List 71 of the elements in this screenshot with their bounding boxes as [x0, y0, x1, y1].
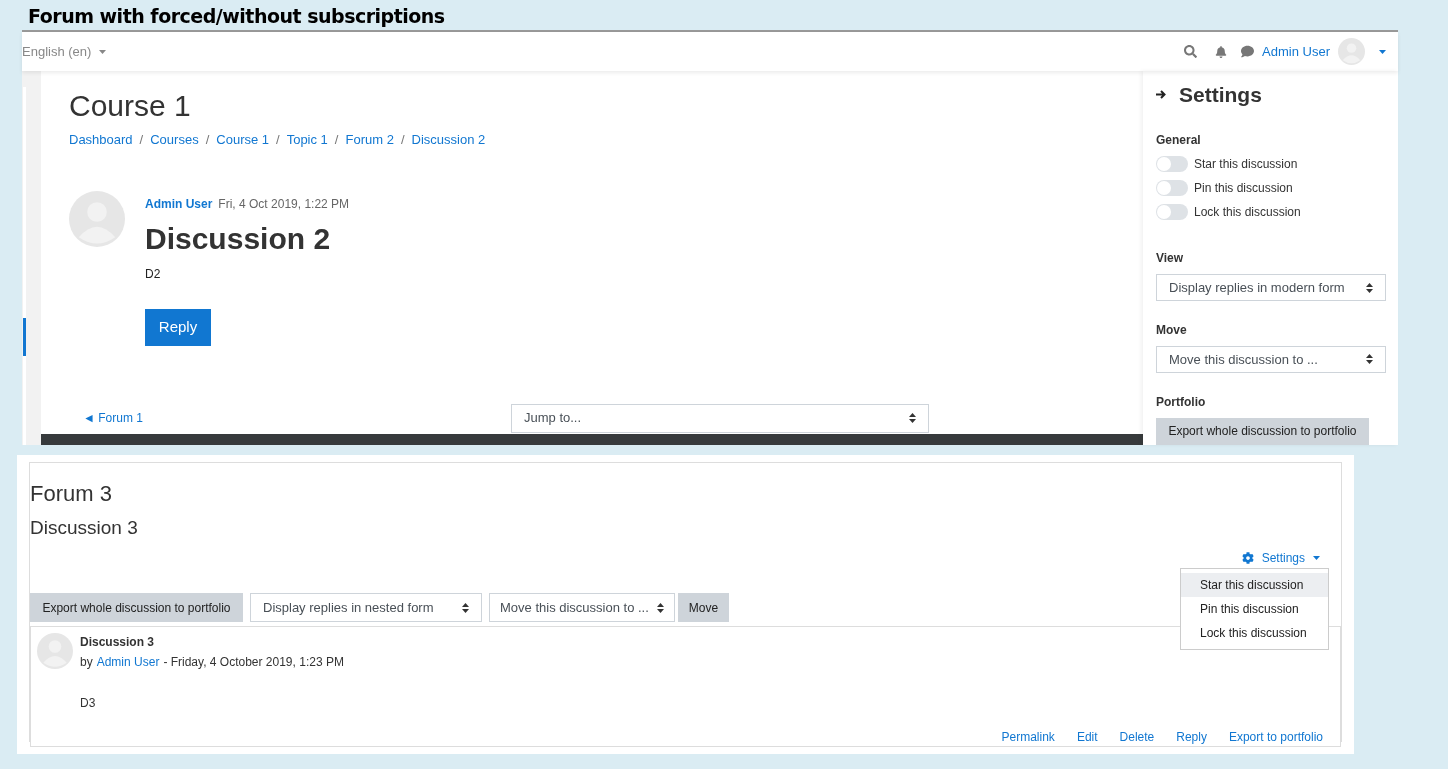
breadcrumb-link[interactable]: Discussion 2: [411, 130, 486, 150]
section-label: Portfolio: [1156, 393, 1207, 411]
toggle-switch[interactable]: [1156, 179, 1188, 196]
gear-icon: [1241, 552, 1254, 564]
post-body: D2: [145, 265, 162, 283]
breadcrumb-link[interactable]: Topic 1: [286, 130, 328, 150]
action-link[interactable]: Export to portfolio: [1228, 728, 1323, 746]
menu-item[interactable]: Star this discussion: [1181, 573, 1328, 597]
action-link[interactable]: Edit: [1076, 728, 1098, 746]
avatar-icon: [37, 633, 73, 669]
author-link[interactable]: Admin User: [96, 653, 160, 671]
page-title: Course 1: [69, 89, 192, 123]
bell-icon[interactable]: [1215, 45, 1228, 58]
select-field[interactable]: Display replies in modern form: [1156, 274, 1386, 301]
drawer-title: Settings: [1179, 82, 1262, 108]
by-label: by: [80, 654, 93, 671]
sort-arrows-icon: [909, 413, 916, 423]
forum-title: Forum 3: [30, 481, 113, 507]
discussion-title: Discussion 3: [30, 516, 139, 540]
caret-icon: [99, 49, 107, 54]
breadcrumb-link[interactable]: Forum 2: [345, 130, 394, 150]
sort-arrows-icon: [1366, 354, 1373, 365]
avatar-icon: [69, 190, 125, 247]
section-label: View: [1156, 250, 1185, 268]
caret-icon: [1313, 556, 1320, 560]
post-title: Discussion 2: [145, 220, 332, 257]
select-field[interactable]: Display replies in nested form: [250, 593, 482, 622]
post-date: - Friday, 4 October 2019, 1:23 PM: [163, 654, 344, 671]
select-field[interactable]: Move this discussion to ...: [489, 593, 675, 622]
caption: Forum with forced/without subscriptions: [28, 4, 446, 29]
chat-icon[interactable]: [1241, 45, 1255, 58]
settings-menu[interactable]: Settings: [1241, 549, 1320, 567]
section-label: General: [1156, 131, 1202, 149]
toggle-label: Pin this discussion: [1194, 179, 1293, 197]
breadcrumb-separator: /: [400, 131, 405, 149]
post-date: Fri, 4 Oct 2019, 1:22 PM: [218, 195, 350, 213]
previous-link[interactable]: ◄ Forum 1: [83, 409, 511, 427]
caret-icon: [1379, 49, 1386, 54]
toggle-switch[interactable]: [1156, 204, 1188, 221]
avatar-icon: [1338, 38, 1365, 65]
active-indicator: [23, 318, 26, 356]
export-button[interactable]: Export whole discussion to portfolio: [30, 593, 243, 622]
toggle-label: Star this discussion: [1194, 155, 1298, 173]
reply-button[interactable]: Reply: [145, 308, 211, 346]
arrow-right-icon[interactable]: [1156, 89, 1167, 101]
select-field[interactable]: Jump to...: [511, 403, 929, 433]
post-body: D3: [80, 695, 97, 712]
action-link[interactable]: Permalink: [1001, 728, 1055, 746]
breadcrumb-link[interactable]: Dashboard: [69, 130, 133, 150]
toggle-switch[interactable]: [1156, 155, 1188, 172]
toggle-label: Lock this discussion: [1194, 204, 1301, 222]
breadcrumb-link[interactable]: Courses: [150, 130, 199, 150]
search-icon[interactable]: [1184, 45, 1198, 58]
author-link[interactable]: Admin User: [145, 194, 213, 213]
section-label: Move: [1156, 321, 1188, 339]
sort-arrows-icon: [462, 602, 469, 613]
sort-arrows-icon: [1366, 282, 1373, 293]
breadcrumb-separator: /: [139, 131, 144, 149]
select-field[interactable]: Move this discussion to ...: [1156, 345, 1386, 373]
breadcrumb-separator: /: [276, 131, 280, 149]
post-title: Discussion 3: [80, 634, 156, 651]
export-button[interactable]: Export whole discussion to portfolio: [1156, 417, 1369, 445]
move-button[interactable]: Move: [678, 593, 729, 622]
user-menu[interactable]: Admin User: [1262, 41, 1330, 62]
action-link[interactable]: Reply: [1176, 728, 1207, 746]
language-menu[interactable]: English (en): [22, 41, 107, 62]
breadcrumb-link[interactable]: Course 1: [216, 130, 270, 150]
breadcrumb-separator: /: [334, 131, 339, 149]
breadcrumb-separator: /: [205, 131, 210, 149]
sort-arrows-icon: [657, 602, 664, 613]
action-link[interactable]: Delete: [1119, 728, 1155, 746]
